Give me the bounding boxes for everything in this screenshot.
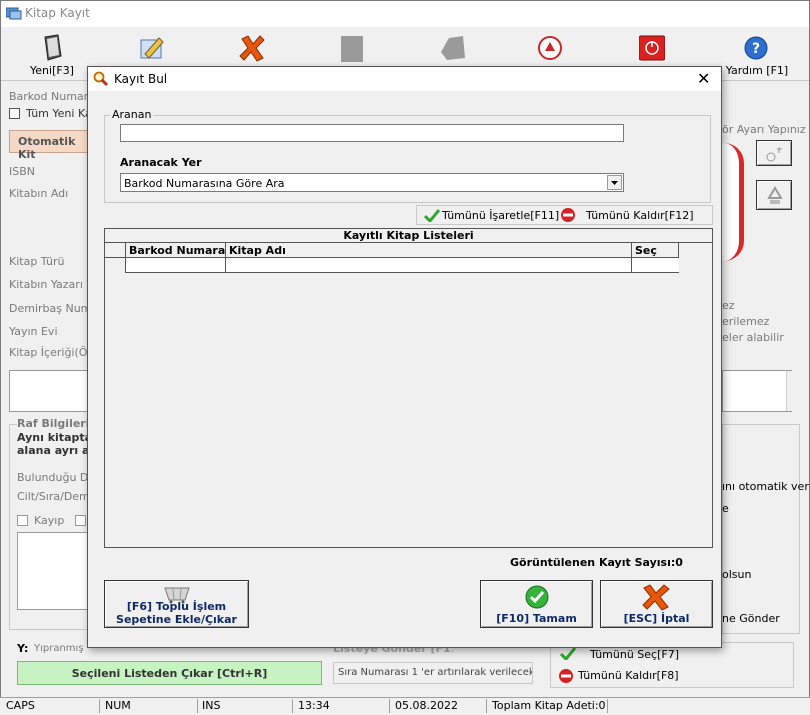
select-all-label[interactable]: Tümünü Seç[F7]	[590, 648, 679, 661]
grid-title: Kayıtlı Kitap Listeleri	[105, 229, 712, 243]
search-icon	[93, 71, 109, 87]
col-select[interactable]: Seç	[635, 244, 657, 257]
shape-icon	[441, 36, 465, 60]
remove-all-label[interactable]: Tümünü Kaldır[F8]	[578, 669, 679, 682]
svg-text:?: ?	[752, 41, 760, 57]
row-divider-1	[225, 258, 226, 273]
row-divider-2	[631, 258, 632, 273]
note2: erilemez	[722, 315, 770, 328]
col-book-name[interactable]: Kitap Adı	[229, 244, 286, 257]
power-icon	[639, 35, 665, 61]
right-scrollbar[interactable]	[786, 371, 801, 411]
ministry-logo-icon	[538, 36, 562, 60]
dialog-titlebar: Kayıt Bul ✕	[88, 67, 721, 91]
shelf-title: Raf Bilgileri	[17, 417, 90, 430]
status-date: 05.08.2022	[391, 699, 487, 713]
search-group-label: Aranan	[110, 108, 154, 121]
blank-page-icon	[341, 36, 363, 62]
publisher-label: Yayın Evi	[9, 325, 58, 338]
red-frame	[722, 143, 744, 261]
book-name-label: Kitabın Adı	[9, 187, 69, 200]
shelf-list[interactable]	[17, 532, 89, 610]
edit-pencil-icon	[140, 37, 164, 59]
cancel-x-icon	[642, 584, 670, 611]
volume-label: Cilt/Sıra/Demir	[17, 490, 98, 503]
window-title: Kitap Kayıt	[25, 6, 90, 20]
legend-text: Yıpranmış Kitaplar K: Kayıp Kitaplar U: …	[34, 643, 87, 654]
search-input[interactable]	[120, 124, 624, 142]
help-button[interactable]: ? Yardım [F1]	[717, 30, 797, 80]
unmark-all-button[interactable]: Tümünü Kaldır[F12]	[586, 209, 694, 222]
note3: eler alabilir	[722, 331, 784, 344]
ok-label: [F10] Tamam	[496, 612, 577, 625]
records-grid[interactable]	[104, 228, 713, 548]
search-place-select[interactable]: Barkod Numarasına Göre Ara	[120, 173, 624, 192]
remove-selected-button[interactable]: Seçileni Listeden Çıkar [Ctrl+R]	[17, 661, 322, 685]
unmark-icon	[561, 208, 575, 222]
author-label: Kitabın Yazarı	[9, 278, 83, 291]
main-titlebar: Kitap Kayıt	[1, 1, 809, 27]
isbn-label: ISBN	[9, 165, 36, 178]
lost-checkbox[interactable]	[17, 515, 28, 526]
status-ins: INS	[198, 699, 293, 713]
all-new-label: Tüm Yeni Ka	[26, 107, 92, 120]
help-button-label: Yardım [F1]	[725, 64, 789, 77]
row-indicator	[105, 258, 126, 273]
ok-check-icon	[525, 585, 549, 609]
delete-x-icon	[239, 35, 265, 62]
ok-button[interactable]: [F10] Tamam	[480, 580, 593, 628]
cancel-label: [ESC] İptal	[623, 612, 690, 625]
sequence-note: Sıra Numarası 1 'er artırılarak verilece…	[333, 662, 533, 684]
shelf-line2: alana ayrı ay	[17, 444, 97, 457]
status-caps: CAPS	[2, 699, 100, 713]
plug-icon	[766, 147, 782, 162]
legend-y: Y:	[17, 642, 29, 655]
right-textbox[interactable]	[722, 370, 792, 412]
location-label: Bulunduğu Dol	[17, 471, 99, 484]
search-place-label: Aranacak Yer	[120, 156, 202, 169]
dialog-close-button[interactable]: ✕	[697, 69, 710, 88]
cancel-button[interactable]: [ESC] İptal	[600, 580, 713, 628]
recycle-button[interactable]	[756, 180, 792, 210]
batch-basket-button[interactable]: [F6] Toplu İşlem Sepetine Ekle/Çıkar	[104, 580, 249, 628]
content-textbox[interactable]	[9, 370, 89, 412]
note1: ez	[722, 299, 735, 312]
right-text4: ne Gönder	[722, 612, 780, 625]
check-icon	[560, 647, 576, 660]
help-question-icon: ?	[744, 36, 768, 60]
app-icon	[6, 7, 22, 20]
new-button[interactable]: Yeni[F3]	[17, 30, 87, 80]
batch-line1: [F6] Toplu İşlem	[126, 600, 227, 613]
status-time: 13:34	[294, 699, 390, 713]
right-text1: ını otomatik ver	[722, 480, 809, 493]
dialog-title: Kayıt Bul	[114, 72, 168, 86]
auto-book-button[interactable]: Otomatik Kit	[9, 130, 89, 161]
recycle-icon	[767, 186, 783, 204]
grid-empty-row[interactable]	[105, 258, 679, 273]
mark-all-button[interactable]: Tümünü İşaretle[F11]	[442, 209, 559, 222]
settings-small-button[interactable]	[756, 140, 792, 166]
all-new-checkbox[interactable]	[9, 108, 20, 119]
book-type-label: Kitap Türü	[9, 255, 65, 268]
printer-setting-label: ör Ayarı Yapınız	[722, 123, 806, 136]
status-total: Toplam Kitap Adeti:0	[488, 699, 608, 713]
mark-check-icon	[424, 209, 440, 222]
search-place-value: Barkod Numarasına Göre Ara	[124, 177, 285, 190]
right-text3: olsun	[722, 568, 752, 581]
right-group	[722, 424, 800, 634]
chevron-down-icon	[607, 175, 622, 190]
new-button-label: Yeni[F3]	[30, 64, 74, 77]
status-num: NUM	[101, 699, 198, 713]
second-checkbox[interactable]	[75, 515, 86, 526]
lost-label: Kayıp	[34, 514, 65, 527]
remove-icon	[559, 669, 573, 683]
record-count: Görüntülenen Kayıt Sayısı:0	[510, 556, 683, 569]
col-barcode[interactable]: Barkod Numarası	[129, 244, 225, 257]
batch-line2: Sepetine Ekle/Çıkar	[116, 613, 237, 626]
new-document-icon	[44, 34, 62, 61]
right-text2: e	[722, 502, 729, 515]
